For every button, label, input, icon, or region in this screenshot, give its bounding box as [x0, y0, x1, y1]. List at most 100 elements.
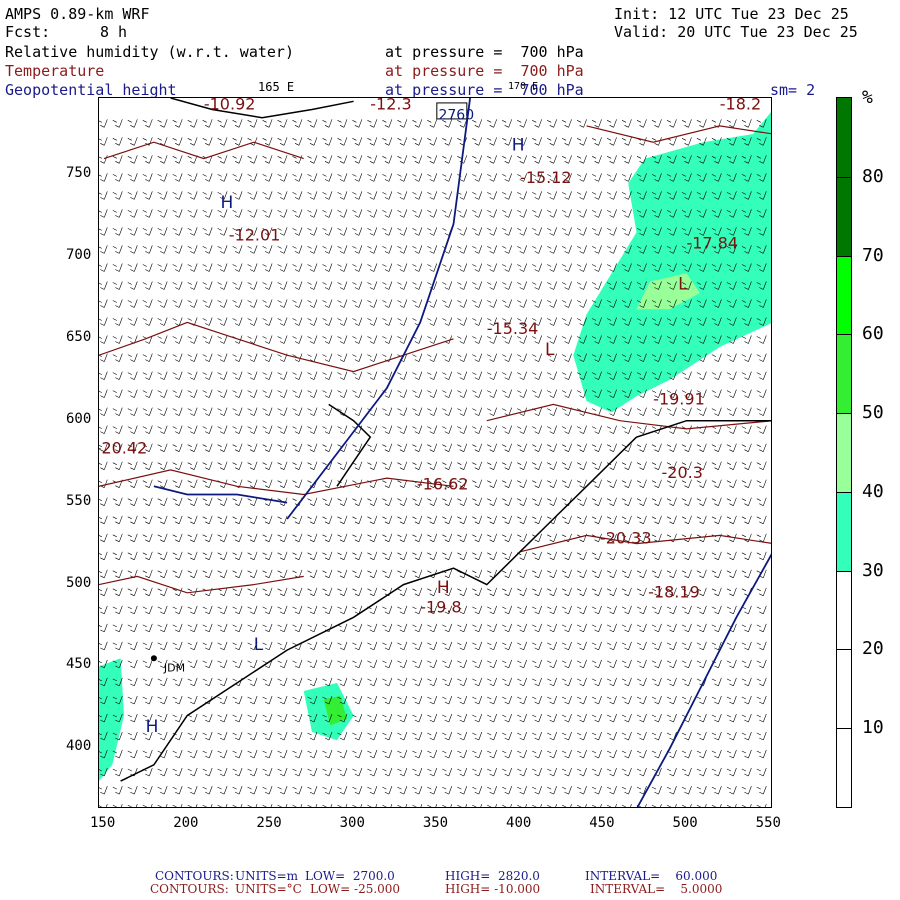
- temperature-label: -19.91: [653, 389, 705, 408]
- wind-barb: [202, 749, 213, 759]
- wind-barb: [397, 785, 408, 795]
- wind-barb: [367, 245, 378, 254]
- wind-barb: [142, 263, 153, 272]
- wind-barb: [127, 389, 138, 398]
- wind-barb: [681, 695, 692, 705]
- wind-barb: [142, 209, 153, 218]
- wind-barb: [127, 641, 138, 651]
- wind-barb: [487, 173, 497, 182]
- wind-barb: [666, 443, 677, 452]
- wind-barb: [606, 785, 617, 795]
- wind-barb: [547, 533, 557, 543]
- wind-barb: [232, 731, 243, 741]
- wind-barb: [502, 353, 512, 362]
- wind-barb: [232, 515, 243, 525]
- wind-barb: [442, 803, 453, 807]
- wind-barb: [547, 695, 557, 705]
- wind-barb: [142, 515, 153, 525]
- wind-barb: [127, 281, 138, 290]
- y-tick-label: 450: [66, 656, 92, 673]
- wind-barb: [397, 605, 408, 615]
- wind-barb: [187, 335, 198, 344]
- wind-barb: [756, 785, 767, 795]
- wind-barb: [352, 533, 363, 543]
- wind-barb: [547, 137, 557, 146]
- colorbar-label: 60: [862, 323, 884, 345]
- forecast-label: Fcst:: [5, 23, 51, 41]
- wind-barb: [262, 587, 273, 597]
- wind-barb: [202, 767, 213, 777]
- wind-barb: [412, 263, 423, 272]
- wind-barb: [621, 767, 632, 777]
- wind-barb: [292, 263, 303, 272]
- colorbar-label: 70: [862, 244, 884, 266]
- wind-barb: [202, 371, 213, 380]
- wind-barb: [322, 389, 333, 398]
- wind-barb: [756, 731, 767, 741]
- wind-barb: [666, 623, 677, 633]
- wind-barb: [561, 371, 572, 380]
- wind-barb: [157, 281, 168, 290]
- y-tick-label: 700: [66, 246, 92, 263]
- wind-barb: [367, 515, 378, 525]
- wind-barb: [232, 209, 243, 218]
- footer-temp-interval: INTERVAL= 5.0000: [590, 882, 723, 896]
- wind-barb: [142, 425, 153, 434]
- wind-barb: [666, 569, 677, 579]
- wind-barb: [711, 497, 722, 506]
- wind-barb: [277, 425, 288, 434]
- wind-barb: [621, 713, 632, 723]
- wind-barb: [112, 263, 123, 272]
- wind-barb: [127, 263, 138, 272]
- wind-barb: [442, 731, 453, 741]
- x-tick-label: 550: [755, 815, 781, 831]
- wind-barb: [142, 749, 153, 759]
- wind-barb: [547, 425, 557, 434]
- wind-barb: [262, 371, 273, 380]
- wind-barb: [457, 515, 468, 525]
- wind-barb: [112, 497, 123, 506]
- wind-barb: [172, 749, 183, 759]
- wind-barb: [547, 281, 557, 290]
- wind-barb: [621, 569, 632, 579]
- wind-barb: [666, 641, 677, 651]
- wind-barb: [367, 569, 378, 579]
- wind-barb: [741, 389, 752, 398]
- wind-barb: [576, 605, 587, 615]
- wind-barb: [382, 569, 393, 579]
- wind-barb: [606, 119, 617, 128]
- wind-barb: [427, 461, 438, 470]
- wind-barb: [127, 497, 138, 506]
- wind-barb: [202, 209, 213, 218]
- meridian-165-label: 165 E: [258, 80, 295, 94]
- wind-barb: [187, 245, 198, 254]
- wind-barb: [741, 731, 752, 741]
- wind-barb: [472, 569, 483, 579]
- wind-barb: [247, 407, 258, 416]
- wind-barb: [502, 155, 512, 164]
- wind-barb: [591, 479, 602, 488]
- wind-barb: [547, 551, 557, 561]
- wind-barb: [472, 731, 483, 741]
- wind-barb: [651, 785, 662, 795]
- wind-barb: [502, 731, 512, 741]
- wind-barb: [262, 713, 273, 723]
- wind-barb: [412, 227, 423, 236]
- wind-barb: [427, 587, 438, 597]
- wind-barb: [621, 587, 632, 597]
- wind-barb: [442, 137, 453, 146]
- wind-barb: [502, 191, 512, 200]
- wind-barb: [457, 443, 468, 452]
- wind-barb: [621, 677, 632, 687]
- wind-barb: [352, 245, 363, 254]
- wind-barb: [427, 155, 438, 164]
- wind-barb: [487, 191, 497, 200]
- wind-barb: [292, 623, 303, 633]
- wind-barb: [472, 173, 483, 182]
- wind-barb: [262, 407, 273, 416]
- wind-barb: [651, 659, 662, 669]
- wind-barb: [382, 425, 393, 434]
- wind-barb: [127, 713, 138, 723]
- wind-barb: [127, 407, 138, 416]
- wind-barb: [457, 281, 468, 290]
